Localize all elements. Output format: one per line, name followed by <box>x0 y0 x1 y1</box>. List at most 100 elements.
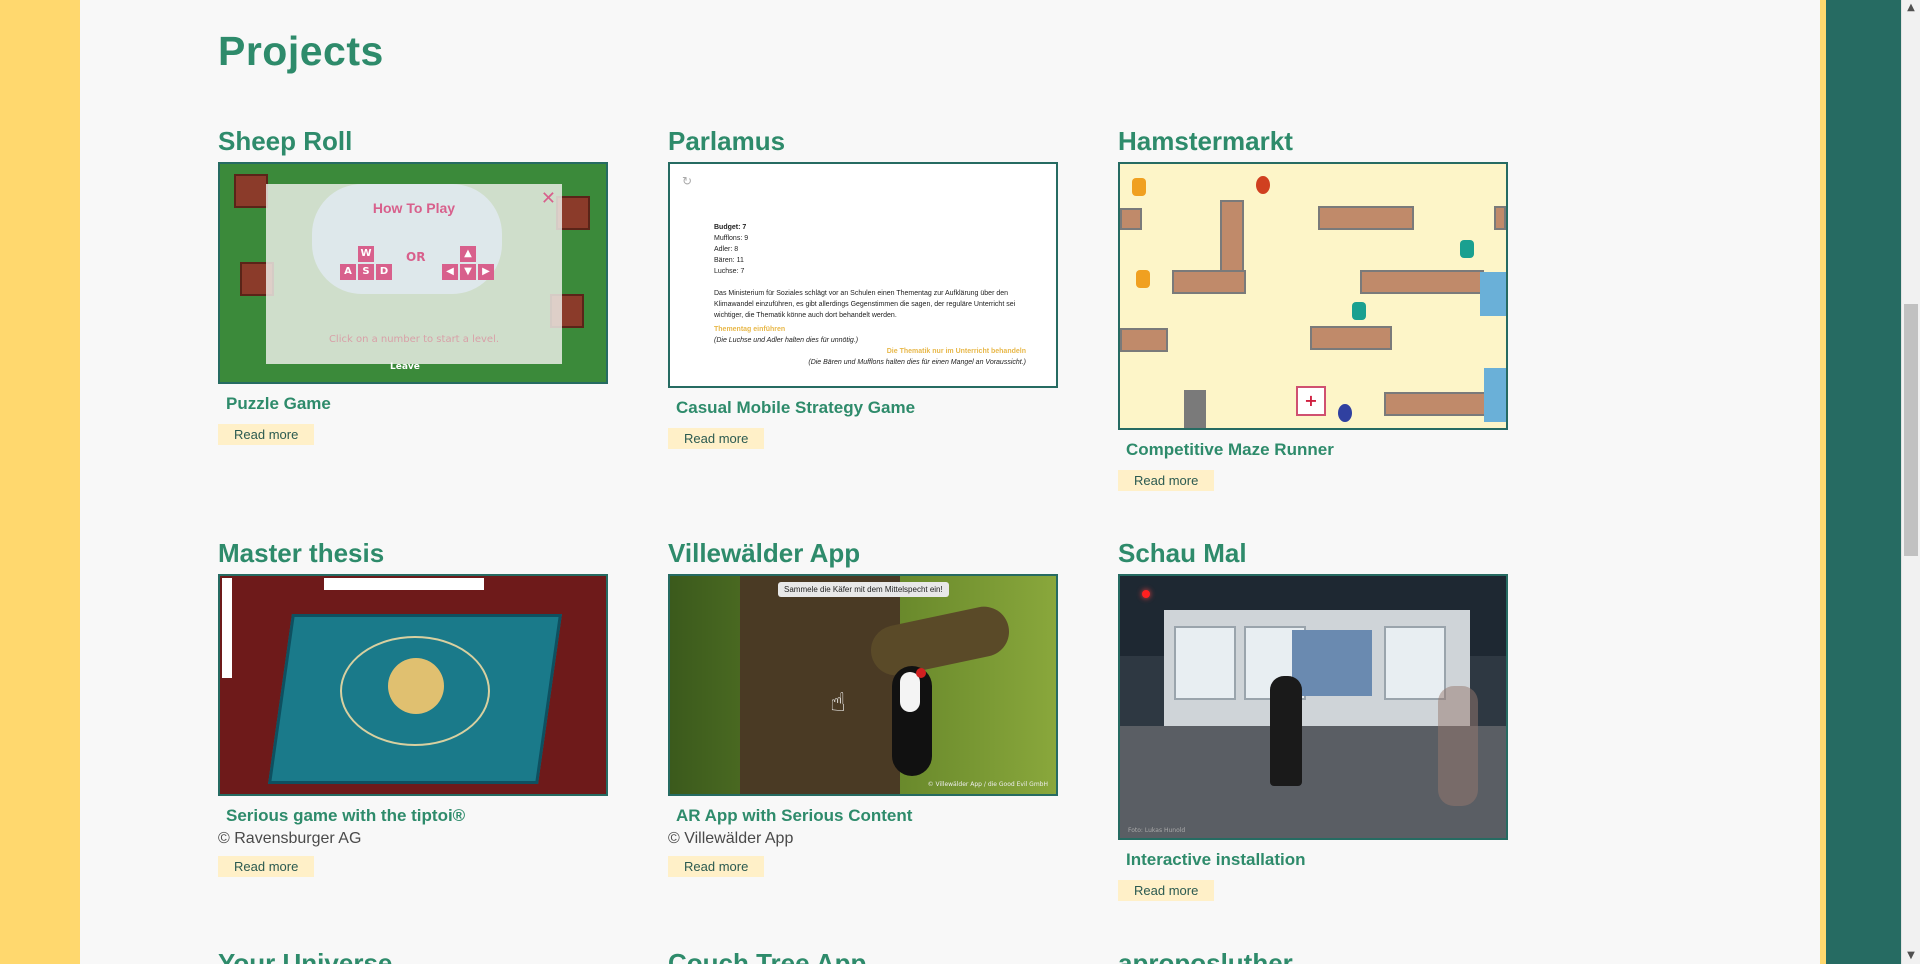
shelf-shape <box>1384 392 1494 416</box>
project-title[interactable]: Master thesis <box>218 538 608 570</box>
arrow-down-key-icon: ▼ <box>460 264 476 280</box>
hand-pointer-icon: ☝ <box>830 688 846 718</box>
arrow-left-key-icon: ◀ <box>442 264 458 280</box>
person-shape <box>1270 676 1302 786</box>
shelf-shape <box>1310 326 1392 350</box>
scrollbar-thumb[interactable] <box>1904 304 1918 556</box>
left-decorative-band <box>0 0 80 964</box>
arrow-up-key-icon: ▲ <box>460 246 476 262</box>
or-label: OR <box>406 250 426 264</box>
project-title[interactable]: Villewälder App <box>668 538 1058 570</box>
arrow-right-key-icon: ▶ <box>478 264 494 280</box>
option-two-link: Die Thematik nur im Unterricht behandeln <box>886 348 1026 355</box>
project-thumbnail-villewaelder-app[interactable]: Sammele die Käfer mit dem Mittelspecht e… <box>668 574 1058 796</box>
key-s: S <box>358 264 374 280</box>
start-level-hint: Click on a number to start a level. <box>328 334 500 345</box>
project-thumbnail-schau-mal[interactable]: Foto: Lukas Hunold <box>1118 574 1508 840</box>
reload-icon: ↻ <box>682 174 693 188</box>
shelf-shape <box>1494 206 1506 230</box>
hamster-icon <box>1460 240 1474 258</box>
pillar-shape <box>1184 390 1206 428</box>
read-more-button[interactable]: Read more <box>218 856 315 877</box>
project-card-master-thesis: Master thesis Serious game with the tipt… <box>218 538 608 877</box>
scroll-down-arrow-icon[interactable]: ▼ <box>1902 948 1920 964</box>
stat-adler: Adler: 8 <box>714 246 739 253</box>
stat-baeren: Bären: 11 <box>714 257 744 264</box>
project-credit: © Ravensburger AG <box>218 830 362 847</box>
vertical-scrollbar[interactable]: ▲ ▼ <box>1901 0 1920 964</box>
how-to-play-dialog: ✕ How To Play W A S D OR ▲ ◀ ▼ ▶ Click o… <box>266 184 562 364</box>
option-one-note: (Die Luchse und Adler halten dies für un… <box>714 337 859 344</box>
hamster-icon <box>1256 176 1270 194</box>
leave-label: Leave <box>390 362 420 372</box>
project-title[interactable]: Sheep Roll <box>218 126 608 158</box>
project-title[interactable]: Schau Mal <box>1118 538 1508 570</box>
woodpecker-belly-shape <box>900 672 920 712</box>
key-a: A <box>340 264 356 280</box>
how-to-play-heading: How To Play <box>372 200 456 216</box>
image-copyright: Foto: Lukas Hunold <box>1128 827 1186 834</box>
toolbar-shape <box>324 578 484 590</box>
shelf-shape <box>1120 208 1142 230</box>
stat-mufflons: Mufflons: 9 <box>714 235 749 242</box>
project-title[interactable]: Couch Tree App <box>668 948 866 964</box>
project-title[interactable]: Parlamus <box>668 126 1058 158</box>
project-subtitle: Interactive installation <box>1126 850 1306 869</box>
passerby-shape <box>1438 686 1478 806</box>
shelf-shape <box>1360 270 1484 294</box>
window-icon <box>1480 272 1506 316</box>
scroll-up-arrow-icon[interactable]: ▲ <box>1902 0 1920 16</box>
hamster-icon <box>1338 404 1352 422</box>
read-more-button[interactable]: Read more <box>1118 470 1215 491</box>
project-card-villewaelder-app: Villewälder App Sammele die Käfer mit de… <box>668 538 1058 877</box>
scenario-text: Das Ministerium für Soziales schlägt vor… <box>714 290 1016 319</box>
stat-budget: Budget: 7 <box>714 224 747 231</box>
project-card-schau-mal: Schau Mal Foto: Lukas Hunold Interactive… <box>1118 538 1508 901</box>
project-subtitle: AR App with Serious Content <box>676 806 913 825</box>
window-shape <box>1384 626 1446 700</box>
key-d: D <box>376 264 392 280</box>
traffic-light-icon <box>1142 590 1150 598</box>
key-w: W <box>358 246 374 262</box>
project-card-couch-tree-app: Couch Tree App <box>668 948 866 964</box>
hamster-icon <box>1132 178 1146 196</box>
shelf-shape <box>1120 328 1168 352</box>
project-title[interactable]: Your Universe <box>218 948 392 964</box>
project-subtitle: Puzzle Game <box>226 394 331 413</box>
project-card-your-universe: Your Universe <box>218 948 392 964</box>
project-subtitle: Casual Mobile Strategy Game <box>676 398 916 417</box>
option-one-link: Thementag einführen <box>714 326 786 333</box>
project-card-hamstermarkt: Hamstermarkt + Competitive Maze Runner R… <box>1118 126 1508 491</box>
read-more-button[interactable]: Read more <box>218 424 315 445</box>
project-thumbnail-hamstermarkt[interactable]: + <box>1118 162 1508 430</box>
shelf-shape <box>1318 206 1414 230</box>
board-center-shape <box>388 658 444 714</box>
project-credit: © Villewälder App <box>668 830 794 847</box>
hamster-icon <box>1352 302 1366 320</box>
instruction-bubble: Sammele die Käfer mit dem Mittelspecht e… <box>778 582 949 597</box>
read-more-button[interactable]: Read more <box>668 856 765 877</box>
woodpecker-head-shape <box>916 668 926 678</box>
image-copyright: © Villewälder App / die Good Evil GmbH <box>927 781 1048 788</box>
right-decorative-band <box>1826 0 1901 964</box>
budget-stats: Budget: 7 Mufflons: 9 Adler: 8 Bären: 11… <box>714 222 748 277</box>
read-more-button[interactable]: Read more <box>668 428 765 449</box>
shelf-shape <box>1172 270 1246 294</box>
section-title: Projects <box>218 28 384 74</box>
projection-screen-shape <box>1292 630 1372 696</box>
window-icon <box>1484 368 1506 422</box>
project-thumbnail-master-thesis[interactable] <box>218 574 608 796</box>
project-subtitle: Serious game with the tiptoi® <box>226 806 466 825</box>
first-aid-icon: + <box>1296 386 1326 416</box>
read-more-button[interactable]: Read more <box>1118 880 1215 901</box>
project-thumbnail-sheep-roll[interactable]: ✕ How To Play W A S D OR ▲ ◀ ▼ ▶ Click o… <box>218 162 608 384</box>
project-card-aproposluther: aproposluther <box>1118 948 1293 964</box>
project-thumbnail-parlamus[interactable]: ↻ Budget: 7 Mufflons: 9 Adler: 8 Bären: … <box>668 162 1058 388</box>
side-toolbar-shape <box>222 578 232 678</box>
hut-shape <box>234 174 268 208</box>
project-title[interactable]: Hamstermarkt <box>1118 126 1508 158</box>
window-shape <box>1174 626 1236 700</box>
project-title[interactable]: aproposluther <box>1118 948 1293 964</box>
project-card-parlamus: Parlamus ↻ Budget: 7 Mufflons: 9 Adler: … <box>668 126 1058 449</box>
project-subtitle: Competitive Maze Runner <box>1126 440 1334 459</box>
